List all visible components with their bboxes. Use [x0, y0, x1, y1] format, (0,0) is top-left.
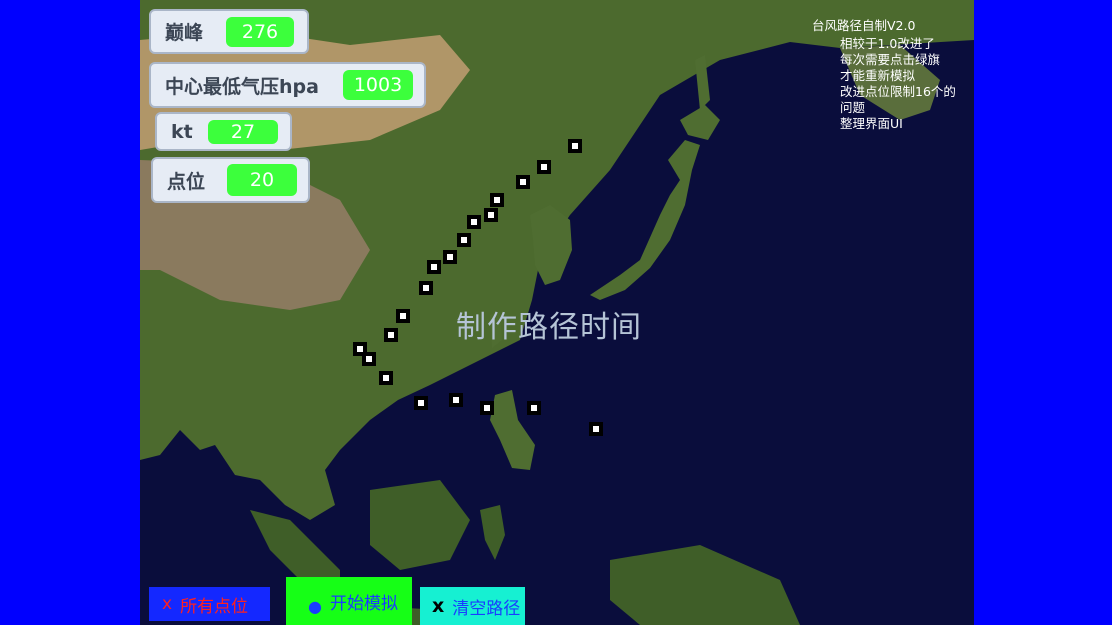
- track-point-center: [366, 356, 372, 362]
- clear-path-button[interactable]: x 清空路径: [420, 587, 525, 625]
- points-value: 20: [227, 164, 297, 196]
- x-icon: x: [432, 595, 445, 617]
- note-line: 每次需要点击绿旗: [840, 52, 941, 67]
- points-label: 点位: [167, 170, 206, 193]
- track-point-center: [423, 285, 429, 291]
- track-point-center: [461, 237, 467, 243]
- kt-value: 27: [208, 119, 278, 144]
- pressure-label: 中心最低气压hpa: [165, 75, 319, 98]
- track-point-center: [400, 313, 406, 319]
- map-stage[interactable]: 巅峰 276 中心最低气压hpa 1003 kt 27 点位 20 制作路径时间…: [140, 0, 974, 625]
- kt-label: kt: [171, 120, 193, 143]
- all-points-button[interactable]: x 所有点位: [149, 587, 270, 621]
- kt-stat: kt 27: [155, 112, 292, 151]
- pressure-value: 1003: [343, 70, 413, 100]
- clear-label: 清空路径: [452, 598, 521, 619]
- track-point-center: [541, 164, 547, 170]
- start-label: 开始模拟: [329, 593, 398, 614]
- track-point-center: [484, 405, 490, 411]
- track-point-center: [357, 346, 363, 352]
- start-simulation-button[interactable]: ● 开始模拟: [286, 577, 412, 625]
- track-point-center: [593, 426, 599, 432]
- blue-dot-icon: ●: [308, 596, 322, 616]
- track-point-center: [388, 332, 394, 338]
- track-point-center: [447, 254, 453, 260]
- all-points-label: 所有点位: [180, 596, 249, 617]
- note-line: 相较于1.0改进了: [840, 36, 935, 51]
- pressure-stat: 中心最低气压hpa 1003: [149, 62, 426, 108]
- track-point-center: [494, 197, 500, 203]
- peak-value: 276: [226, 16, 294, 47]
- center-title: 制作路径时间: [456, 310, 642, 345]
- track-point-center: [520, 179, 526, 185]
- release-notes: 相较于1.0改进了 每次需要点击绿旗 才能重新模拟 改进点位限制16个的 问题 …: [840, 36, 956, 132]
- peak-label: 巅峰: [165, 22, 204, 44]
- track-point-center: [418, 400, 424, 406]
- track-point-center: [488, 212, 494, 218]
- x-icon: x: [162, 594, 173, 614]
- points-stat: 点位 20: [151, 157, 310, 203]
- note-line: 问题: [840, 100, 866, 115]
- peak-stat: 巅峰 276: [149, 9, 309, 54]
- track-point-center: [471, 219, 477, 225]
- note-line: 整理界面UI: [840, 116, 903, 131]
- track-point-center: [431, 264, 437, 270]
- track-point-center: [572, 143, 578, 149]
- track-point-center: [531, 405, 537, 411]
- version-title: 台风路径自制V2.0: [812, 18, 916, 33]
- note-line: 改进点位限制16个的: [840, 84, 956, 99]
- note-line: 才能重新模拟: [840, 68, 916, 83]
- track-point-center: [453, 397, 459, 403]
- track-point-center: [383, 375, 389, 381]
